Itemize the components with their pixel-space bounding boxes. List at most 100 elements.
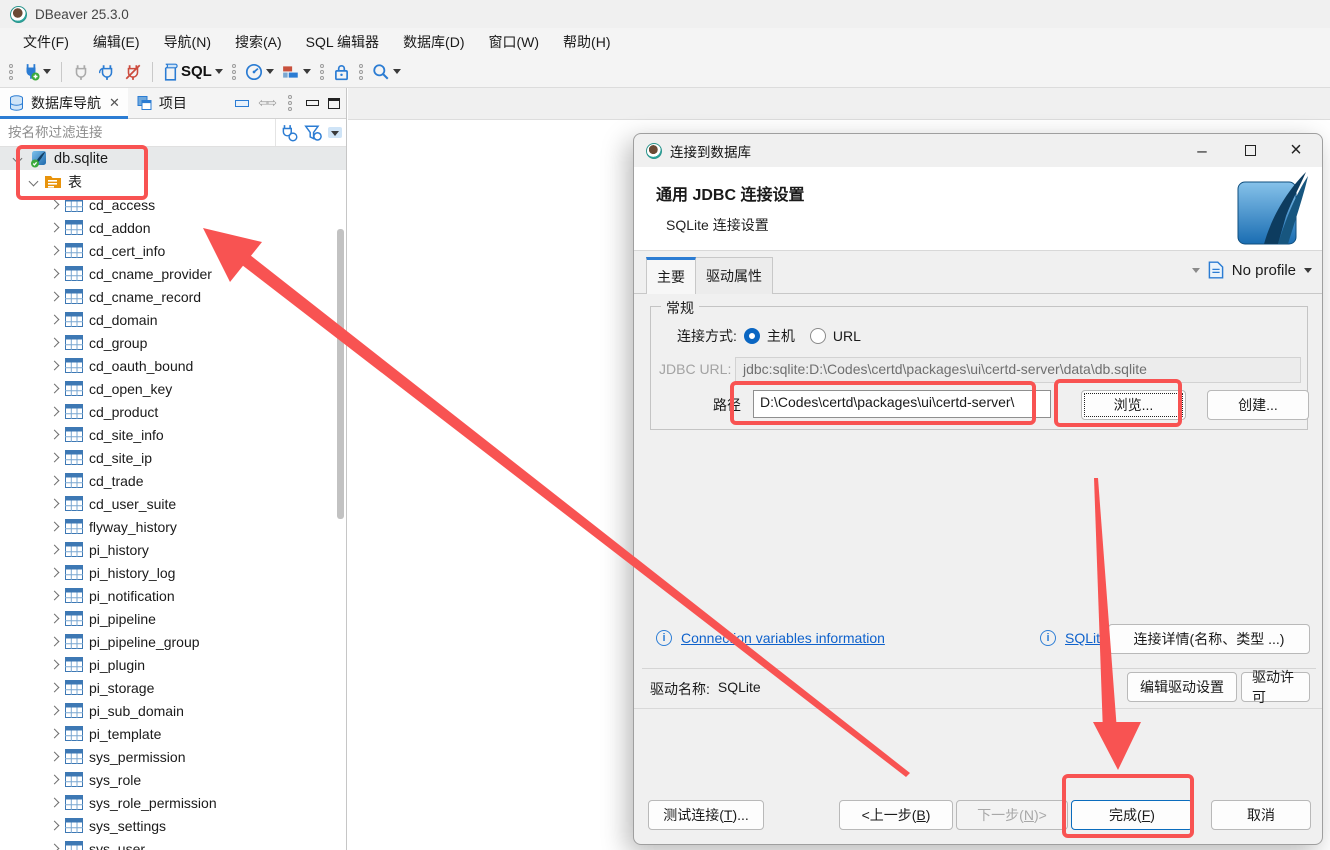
tree-item-table[interactable]: pi_pipeline_group	[0, 630, 346, 653]
menu-item[interactable]: 编辑(E)	[82, 29, 151, 55]
profile-caret[interactable]	[1304, 268, 1312, 273]
tree-item-table[interactable]: cd_open_key	[0, 377, 346, 400]
menu-item[interactable]: 窗口(W)	[478, 29, 551, 55]
chevron-right-icon[interactable]	[50, 384, 60, 394]
minimize-view-icon[interactable]	[306, 100, 319, 106]
tree-item-table[interactable]: pi_pipeline	[0, 607, 346, 630]
chevron-right-icon[interactable]	[50, 292, 60, 302]
menu-item[interactable]: 搜索(A)	[224, 29, 293, 55]
tree-item-table[interactable]: cd_user_suite	[0, 492, 346, 515]
chevron-right-icon[interactable]	[50, 614, 60, 624]
previous-button[interactable]: <上一步(B)	[839, 800, 953, 830]
chevron-right-icon[interactable]	[50, 545, 60, 555]
tree-item-table[interactable]: cd_addon	[0, 216, 346, 239]
dashboard-button[interactable]	[241, 60, 278, 84]
test-connection-button[interactable]: 测试连接(T)...	[648, 800, 764, 830]
tree-item-table[interactable]: sys_user	[0, 837, 346, 850]
tree-item-table[interactable]: cd_cert_info	[0, 239, 346, 262]
tree-item-table[interactable]: sys_role	[0, 768, 346, 791]
filter-menu-caret[interactable]	[328, 127, 342, 138]
connection-details-button[interactable]: 连接详情(名称、类型 ...)	[1108, 624, 1310, 654]
reconnect-button[interactable]	[94, 60, 120, 84]
chevron-right-icon[interactable]	[50, 775, 60, 785]
link-with-editor-icon[interactable]: ⇦⇨	[258, 95, 274, 111]
chevron-right-icon[interactable]	[50, 637, 60, 647]
tree-item-table[interactable]: cd_group	[0, 331, 346, 354]
create-button[interactable]: 创建...	[1207, 390, 1309, 420]
driver-license-button[interactable]: 驱动许可	[1241, 672, 1310, 702]
chevron-right-icon[interactable]	[50, 269, 60, 279]
chevron-right-icon[interactable]	[50, 315, 60, 325]
close-tab-icon[interactable]: ✕	[109, 95, 120, 111]
chevron-right-icon[interactable]	[50, 729, 60, 739]
dialog-titlebar[interactable]: 连接到数据库 – ×	[634, 134, 1322, 167]
chevron-right-icon[interactable]	[50, 522, 60, 532]
cancel-button[interactable]: 取消	[1211, 800, 1311, 830]
chevron-right-icon[interactable]	[50, 706, 60, 716]
chevron-right-icon[interactable]	[50, 223, 60, 233]
chevron-right-icon[interactable]	[50, 453, 60, 463]
tree-item-table[interactable]: cd_site_info	[0, 423, 346, 446]
tree-item-table[interactable]: sys_settings	[0, 814, 346, 837]
radio-url[interactable]	[810, 328, 826, 344]
minimize-button[interactable]: –	[1180, 134, 1224, 167]
tab-main[interactable]: 主要	[646, 257, 696, 294]
security-button[interactable]	[329, 60, 354, 84]
maximize-button[interactable]	[1228, 134, 1272, 167]
filter-connections-input[interactable]	[0, 119, 275, 146]
tree-item-table[interactable]: cd_oauth_bound	[0, 354, 346, 377]
chevron-right-icon[interactable]	[50, 338, 60, 348]
chevron-right-icon[interactable]	[50, 407, 60, 417]
chevron-right-icon[interactable]	[50, 499, 60, 509]
search-button[interactable]	[368, 60, 405, 84]
profile-history-caret[interactable]	[1192, 268, 1200, 273]
chevron-right-icon[interactable]	[50, 591, 60, 601]
maximize-view-icon[interactable]	[328, 98, 340, 109]
edit-driver-settings-button[interactable]: 编辑驱动设置	[1127, 672, 1237, 702]
chevron-right-icon[interactable]	[50, 200, 60, 210]
menu-item[interactable]: 帮助(H)	[552, 29, 621, 55]
schema-compare-button[interactable]	[278, 60, 315, 84]
tree-item-table[interactable]: pi_notification	[0, 584, 346, 607]
radio-host[interactable]	[744, 328, 760, 344]
tree-item-table[interactable]: pi_history	[0, 538, 346, 561]
menu-item[interactable]: 数据库(D)	[392, 29, 475, 55]
tree-item-table[interactable]: pi_sub_domain	[0, 699, 346, 722]
tree-item-table[interactable]: flyway_history	[0, 515, 346, 538]
disconnect-button[interactable]	[120, 60, 146, 84]
filter-funnel-icon[interactable]	[304, 124, 322, 142]
menu-item[interactable]: 导航(N)	[153, 29, 222, 55]
new-connection-button[interactable]	[18, 60, 55, 84]
connection-variables-link[interactable]: Connection variables information	[681, 630, 885, 646]
sql-editor-button[interactable]: SQL	[159, 60, 227, 84]
tree-item-table[interactable]: cd_trade	[0, 469, 346, 492]
view-menu-grip[interactable]	[288, 95, 292, 111]
chevron-right-icon[interactable]	[50, 821, 60, 831]
chevron-right-icon[interactable]	[50, 660, 60, 670]
tree-scrollbar[interactable]	[337, 229, 344, 519]
connect-button[interactable]	[68, 60, 94, 84]
next-button[interactable]: 下一步(N)>	[956, 800, 1068, 830]
tree-item-table[interactable]: cd_cname_provider	[0, 262, 346, 285]
chevron-right-icon[interactable]	[50, 430, 60, 440]
chevron-right-icon[interactable]	[50, 683, 60, 693]
tree-item-table[interactable]: cd_cname_record	[0, 285, 346, 308]
chevron-right-icon[interactable]	[50, 476, 60, 486]
collapse-all-icon[interactable]	[235, 100, 249, 107]
tree-item-table[interactable]: cd_domain	[0, 308, 346, 331]
sqlite-driver-link[interactable]: SQLite	[1065, 630, 1108, 646]
filter-connected-icon[interactable]	[280, 124, 298, 142]
tree-item-table[interactable]: sys_role_permission	[0, 791, 346, 814]
tab-database-navigator[interactable]: 数据库导航 ✕	[0, 88, 128, 118]
chevron-right-icon[interactable]	[50, 844, 60, 850]
chevron-right-icon[interactable]	[50, 568, 60, 578]
tree-item-table[interactable]: pi_history_log	[0, 561, 346, 584]
menu-item[interactable]: 文件(F)	[12, 29, 80, 55]
chevron-right-icon[interactable]	[50, 798, 60, 808]
tab-driver-properties[interactable]: 驱动属性	[695, 257, 773, 294]
tree-item-table[interactable]: pi_template	[0, 722, 346, 745]
tab-projects[interactable]: 项目	[128, 88, 195, 118]
tree-item-table[interactable]: cd_site_ip	[0, 446, 346, 469]
chevron-right-icon[interactable]	[50, 361, 60, 371]
chevron-right-icon[interactable]	[50, 246, 60, 256]
